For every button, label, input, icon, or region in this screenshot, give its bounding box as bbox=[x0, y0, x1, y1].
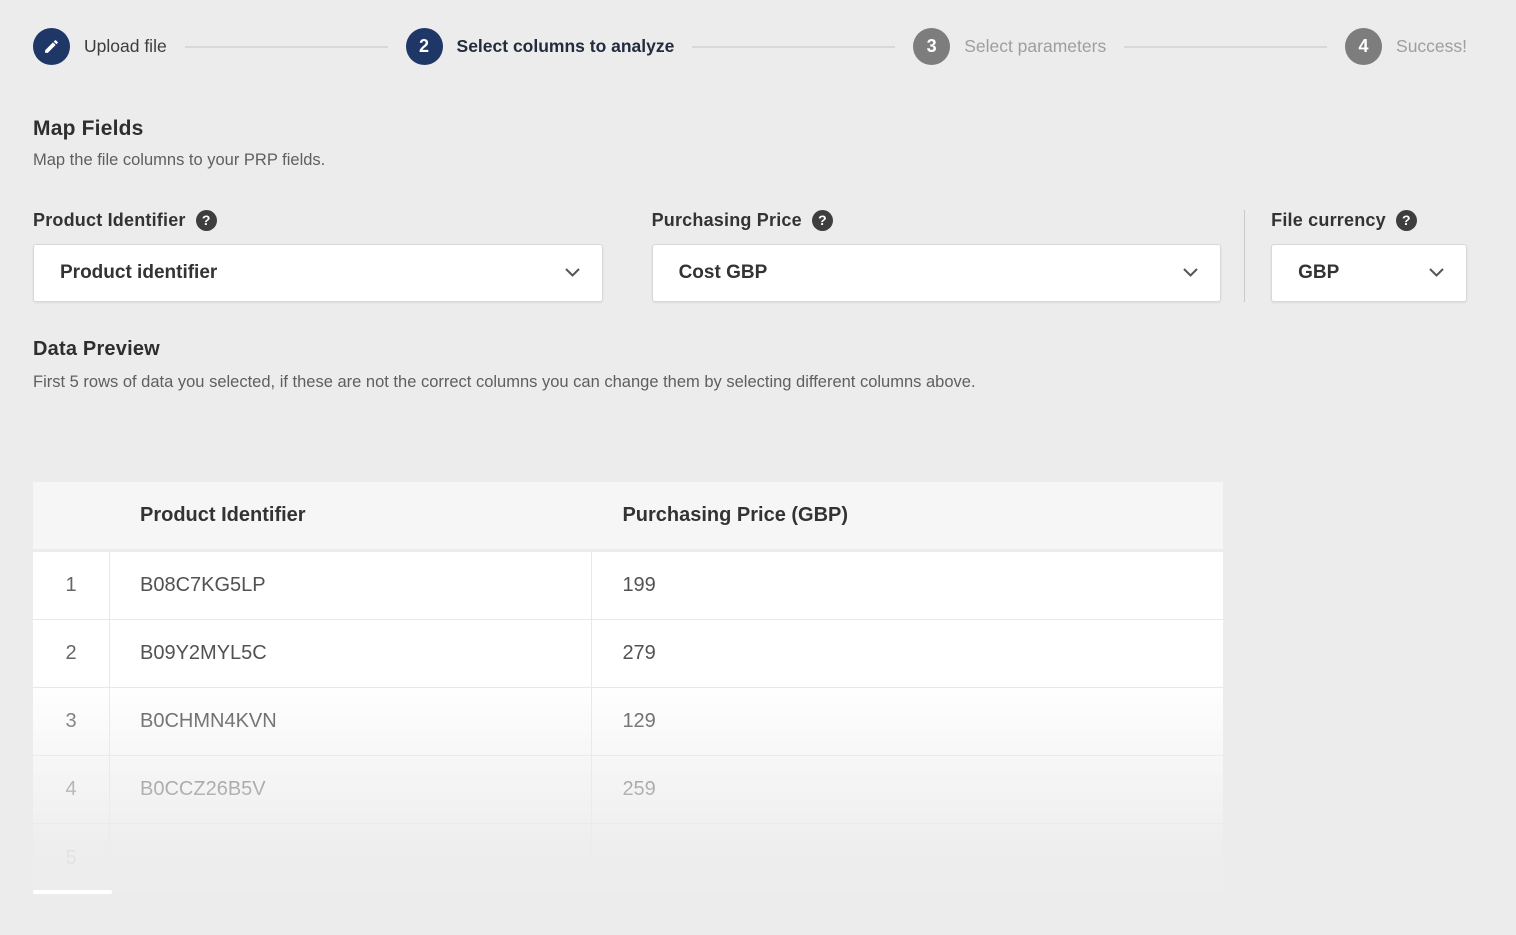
data-preview-title: Data Preview bbox=[33, 338, 1467, 361]
row-number: 2 bbox=[33, 620, 110, 688]
help-icon[interactable]: ? bbox=[812, 210, 833, 231]
step-number-badge: 2 bbox=[406, 28, 443, 65]
file-currency-select[interactable]: GBP bbox=[1271, 244, 1467, 302]
step-number-badge: 3 bbox=[913, 28, 950, 65]
selected-value: Cost GBP bbox=[679, 262, 768, 284]
pencil-icon bbox=[33, 28, 70, 65]
step-connector bbox=[185, 46, 388, 48]
table-row: 2 B09Y2MYL5C 279 bbox=[33, 620, 1223, 688]
stepper: Upload file 2 Select columns to analyze … bbox=[33, 28, 1467, 65]
field-label: Product Identifier bbox=[33, 210, 186, 231]
step-label: Select parameters bbox=[964, 36, 1106, 57]
chevron-down-icon bbox=[1429, 264, 1444, 282]
step-label: Upload file bbox=[84, 36, 167, 57]
chevron-down-icon bbox=[1183, 264, 1198, 282]
field-product-identifier: Product Identifier ? Product identifier bbox=[33, 210, 603, 302]
field-mapping-row: Product Identifier ? Product identifier … bbox=[33, 210, 1467, 302]
data-preview-subtitle: First 5 rows of data you selected, if th… bbox=[33, 373, 1467, 392]
table-row: 1 B08C7KG5LP 199 bbox=[33, 552, 1223, 620]
field-label: Purchasing Price bbox=[652, 210, 802, 231]
step-connector bbox=[692, 46, 895, 48]
step-connector bbox=[1124, 46, 1327, 48]
purchasing-price-cell: 279 bbox=[592, 620, 1223, 688]
horizontal-scroll-thumb[interactable] bbox=[33, 890, 112, 894]
product-identifier-cell: B08C7KG5LP bbox=[110, 552, 592, 620]
row-number: 1 bbox=[33, 552, 110, 620]
map-fields-subtitle: Map the file columns to your PRP fields. bbox=[33, 151, 1467, 170]
field-label: File currency bbox=[1271, 210, 1386, 231]
step-label: Success! bbox=[1396, 36, 1467, 57]
purchasing-price-cell bbox=[592, 824, 1223, 892]
step-select-parameters[interactable]: 3 Select parameters bbox=[913, 28, 1106, 65]
map-fields-section: Map Fields Map the file columns to your … bbox=[33, 117, 1467, 170]
map-fields-title: Map Fields bbox=[33, 117, 1467, 141]
step-number-badge: 4 bbox=[1345, 28, 1382, 65]
step-select-columns[interactable]: 2 Select columns to analyze bbox=[406, 28, 675, 65]
purchasing-price-select[interactable]: Cost GBP bbox=[652, 244, 1222, 302]
row-number: 5 bbox=[33, 824, 110, 892]
table-row: 4 B0CCZ26B5V 259 bbox=[33, 756, 1223, 824]
product-identifier-select[interactable]: Product identifier bbox=[33, 244, 603, 302]
row-number: 4 bbox=[33, 756, 110, 824]
purchasing-price-cell: 129 bbox=[592, 688, 1223, 756]
selected-value: Product identifier bbox=[60, 262, 217, 284]
purchasing-price-cell: 259 bbox=[592, 756, 1223, 824]
product-identifier-cell: B09Y2MYL5C bbox=[110, 620, 592, 688]
chevron-down-icon bbox=[565, 264, 580, 282]
data-preview-table: Product Identifier Purchasing Price (GBP… bbox=[33, 482, 1223, 892]
product-identifier-cell bbox=[110, 824, 592, 892]
row-number: 3 bbox=[33, 688, 110, 756]
selected-value: GBP bbox=[1298, 262, 1339, 284]
data-preview-section: Data Preview First 5 rows of data you se… bbox=[33, 338, 1467, 892]
table-header-row: Product Identifier Purchasing Price (GBP… bbox=[33, 482, 1223, 552]
help-icon[interactable]: ? bbox=[1396, 210, 1417, 231]
table-row: 3 B0CHMN4KVN 129 bbox=[33, 688, 1223, 756]
step-label: Select columns to analyze bbox=[457, 36, 675, 57]
column-header: Product Identifier bbox=[110, 482, 592, 552]
purchasing-price-cell: 199 bbox=[592, 552, 1223, 620]
row-number-header bbox=[33, 482, 110, 552]
field-file-currency: File currency ? GBP bbox=[1271, 210, 1467, 302]
table-row: 5 bbox=[33, 824, 1223, 892]
step-success[interactable]: 4 Success! bbox=[1345, 28, 1467, 65]
vertical-divider bbox=[1244, 210, 1245, 302]
product-identifier-cell: B0CCZ26B5V bbox=[110, 756, 592, 824]
help-icon[interactable]: ? bbox=[196, 210, 217, 231]
page: Upload file 2 Select columns to analyze … bbox=[0, 0, 1516, 935]
field-purchasing-price: Purchasing Price ? Cost GBP bbox=[652, 210, 1222, 302]
step-upload-file[interactable]: Upload file bbox=[33, 28, 167, 65]
column-header: Purchasing Price (GBP) bbox=[592, 482, 1223, 552]
product-identifier-cell: B0CHMN4KVN bbox=[110, 688, 592, 756]
